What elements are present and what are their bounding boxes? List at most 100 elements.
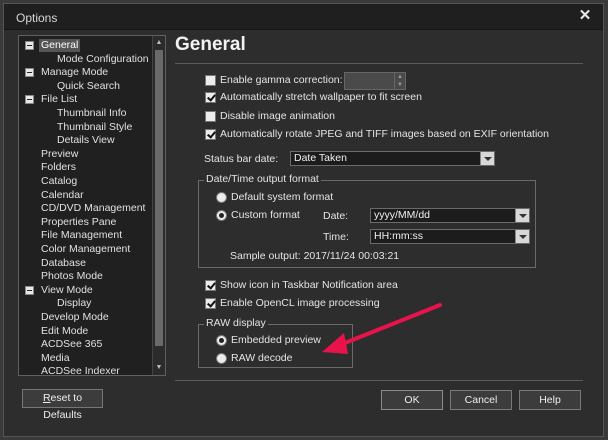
help-button[interactable]: Help [519,390,581,410]
footer-divider [175,380,583,381]
tree-item-label: Preview [41,147,79,160]
tree-item-label: Mode Configuration [57,52,149,65]
tree-item[interactable]: Folders [39,161,78,174]
tree-scrollbar[interactable]: ▲ ▼ [152,36,165,375]
chevron-down-icon[interactable] [515,209,529,222]
tree-item-label: Edit Mode [41,324,89,337]
tree-item[interactable]: Color Management [39,243,132,256]
tree-item-label: Media [41,351,70,364]
tree-item-label: Details View [57,134,115,147]
date-label: Date: [323,210,349,222]
tree-item[interactable]: File List [25,93,79,106]
stretch-checkbox-box[interactable] [205,92,216,103]
tree-item[interactable]: General [25,39,81,52]
spin-down-icon[interactable]: ▼ [395,81,405,89]
tree-item-label: File Management [41,229,123,242]
tree-item[interactable]: ACDSee Indexer [39,365,122,376]
tree-item-label: Folders [41,161,77,174]
ok-button[interactable]: OK [381,390,443,410]
tree-item[interactable]: Catalog [39,175,79,188]
tree-item-label: Calendar [41,188,84,201]
tree-item[interactable]: Display [55,297,93,310]
sample-output: Sample output: 2017/11/24 00:03:21 [230,250,399,262]
tree-item[interactable]: Media [39,352,72,365]
time-label: Time: [323,231,349,243]
tree-item[interactable]: Manage Mode [25,66,110,79]
datetime-group-title: Date/Time output format [204,173,321,185]
title-bar: Options ✕ [4,4,603,30]
tree-item-label: Develop Mode [41,311,109,323]
tree-item-label: Properties Pane [41,215,117,228]
tree-item[interactable]: File Management [39,229,124,242]
collapse-icon[interactable] [25,41,34,50]
tree-item-label: View Mode [41,283,93,296]
raw-decode-radio-dot[interactable] [216,353,227,364]
status-bar-date-select[interactable]: Date Taken [290,151,495,166]
tree-item-label: Catalog [41,175,78,187]
taskbar-checkbox-box[interactable] [205,280,216,291]
header-divider [175,63,583,64]
tree-item-label: ACDSee Indexer [41,365,120,376]
collapse-icon[interactable] [25,285,34,295]
reset-to-defaults-button[interactable]: Reset to Defaults [22,389,103,421]
time-format-select[interactable]: HH:mm:ss [370,229,530,244]
chevron-down-icon[interactable] [480,152,494,165]
scroll-down-icon[interactable]: ▼ [153,362,165,374]
cancel-button[interactable]: Cancel [450,390,512,410]
disable-anim-label: Disable image animation [220,110,335,122]
tree-item[interactable]: Quick Search [55,80,122,93]
tree-item[interactable]: Database [39,257,88,270]
tree-item[interactable]: Properties Pane [39,216,118,229]
tree-item-label: Color Management [41,243,131,255]
date-format-value: yyyy/MM/dd [374,209,431,221]
status-bar-date-label: Status bar date: [204,153,279,165]
gamma-spinner[interactable]: ▲ ▼ [344,72,406,90]
chevron-down-icon[interactable] [515,230,529,243]
close-icon[interactable]: ✕ [577,8,593,24]
tree-item[interactable]: Details View [55,134,117,147]
rotate-checkbox-box[interactable] [205,129,216,140]
tree-item[interactable]: Calendar [39,189,86,202]
spinner-buttons[interactable]: ▲ ▼ [394,73,405,89]
custom-format-radio-dot[interactable] [216,210,227,221]
raw-display-group-title: RAW display [204,317,268,329]
tree-item[interactable]: Mode Configuration [55,53,151,66]
default-format-label: Default system format [231,191,334,203]
tree-item[interactable]: Thumbnail Info [55,107,128,120]
options-tree: ▲ ▼ General Mode Configuration Manage Mode… [18,35,166,376]
tree-item-label: CD/DVD Management [41,202,146,215]
tree-item-label: Photos Mode [41,270,103,283]
tree-item[interactable]: View Mode [25,283,95,297]
tree-item-label: Quick Search [57,79,121,92]
sample-output-value: 2017/11/24 00:03:21 [303,250,400,262]
tree-item[interactable]: Photos Mode [39,270,105,283]
tree-item-label: Thumbnail Info [57,107,127,119]
tree-item[interactable]: Develop Mode [39,311,111,324]
tree-item[interactable]: Preview [39,148,80,161]
gamma-checkbox-box[interactable] [205,75,216,86]
sample-output-label: Sample output: [230,250,301,262]
date-format-select[interactable]: yyyy/MM/dd [370,208,530,223]
tree-item[interactable]: Thumbnail Style [55,121,134,134]
tree-item[interactable]: CD/DVD Management [39,202,147,215]
gamma-label: Enable gamma correction: [220,74,343,86]
spin-up-icon[interactable]: ▲ [395,73,405,81]
taskbar-label: Show icon in Taskbar Notification area [220,279,398,291]
tree-item-label: ACDSee 365 [41,338,103,351]
default-format-radio-dot[interactable] [216,192,227,203]
time-format-value: HH:mm:ss [374,230,423,242]
collapse-icon[interactable] [25,68,34,78]
tree-item-label: Display [57,297,92,310]
scroll-thumb[interactable] [155,50,163,346]
tree-item[interactable]: Edit Mode [39,325,90,338]
custom-format-label: Custom format [231,209,300,221]
tree-item[interactable]: ACDSee 365 [39,338,104,351]
tree-item-label: File List [41,93,78,106]
disable-anim-checkbox-box[interactable] [205,111,216,122]
scroll-up-icon[interactable]: ▲ [153,37,165,49]
collapse-icon[interactable] [25,95,34,105]
embedded-preview-radio-dot[interactable] [216,335,227,346]
opencl-checkbox-box[interactable] [205,298,216,309]
embedded-preview-label: Embedded preview [231,334,321,346]
tree-item-label: General [39,39,81,52]
